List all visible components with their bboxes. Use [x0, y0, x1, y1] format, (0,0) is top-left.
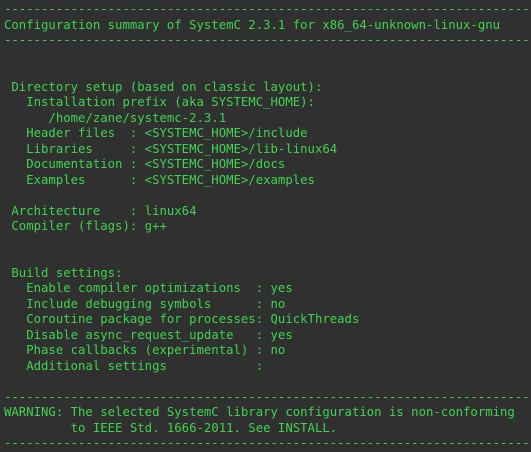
coroutine-package-row: Coroutine package for processes: QuickTh…	[4, 312, 360, 326]
installation-prefix-label: Installation prefix (aka SYSTEMC_HOME):	[4, 95, 315, 109]
terminal-window[interactable]: ----------------------------------------…	[0, 0, 531, 450]
additional-settings-row: Additional settings :	[4, 358, 264, 373]
phase-callbacks-row: Phase callbacks (experimental) : no	[4, 343, 286, 357]
separator-line: ----------------------------------------…	[4, 436, 531, 450]
config-summary-title: Configuration summary of SystemC 2.3.1 f…	[4, 17, 501, 32]
header-files-row: Header files : <SYSTEMC_HOME>/include	[4, 126, 308, 140]
compiler-optimizations-row: Enable compiler optimizations : yes	[4, 281, 293, 295]
architecture-row: Architecture : linux64	[4, 203, 197, 218]
compiler-row: Compiler (flags): g++	[4, 219, 167, 233]
separator-line: ----------------------------------------…	[4, 2, 531, 16]
libraries-row: Libraries : <SYSTEMC_HOME>/lib-linux64	[4, 141, 338, 156]
async-request-update-row: Disable async_request_update : yes	[4, 327, 293, 342]
build-settings-heading: Build settings:	[4, 265, 123, 280]
separator-line: ----------------------------------------…	[4, 33, 531, 47]
separator-line: ----------------------------------------…	[4, 389, 531, 404]
examples-row: Examples : <SYSTEMC_HOME>/examples	[4, 172, 315, 187]
directory-setup-heading: Directory setup (based on classic layout…	[4, 79, 323, 94]
debugging-symbols-row: Include debugging symbols : no	[4, 296, 286, 311]
installation-prefix-value: /home/zane/systemc-2.3.1	[4, 110, 227, 125]
documentation-row: Documentation : <SYSTEMC_HOME>/docs	[4, 157, 286, 171]
warning-line-2: to IEEE Std. 1666-2011. See INSTALL.	[4, 420, 338, 435]
warning-line-1: WARNING: The selected SystemC library co…	[4, 405, 515, 419]
